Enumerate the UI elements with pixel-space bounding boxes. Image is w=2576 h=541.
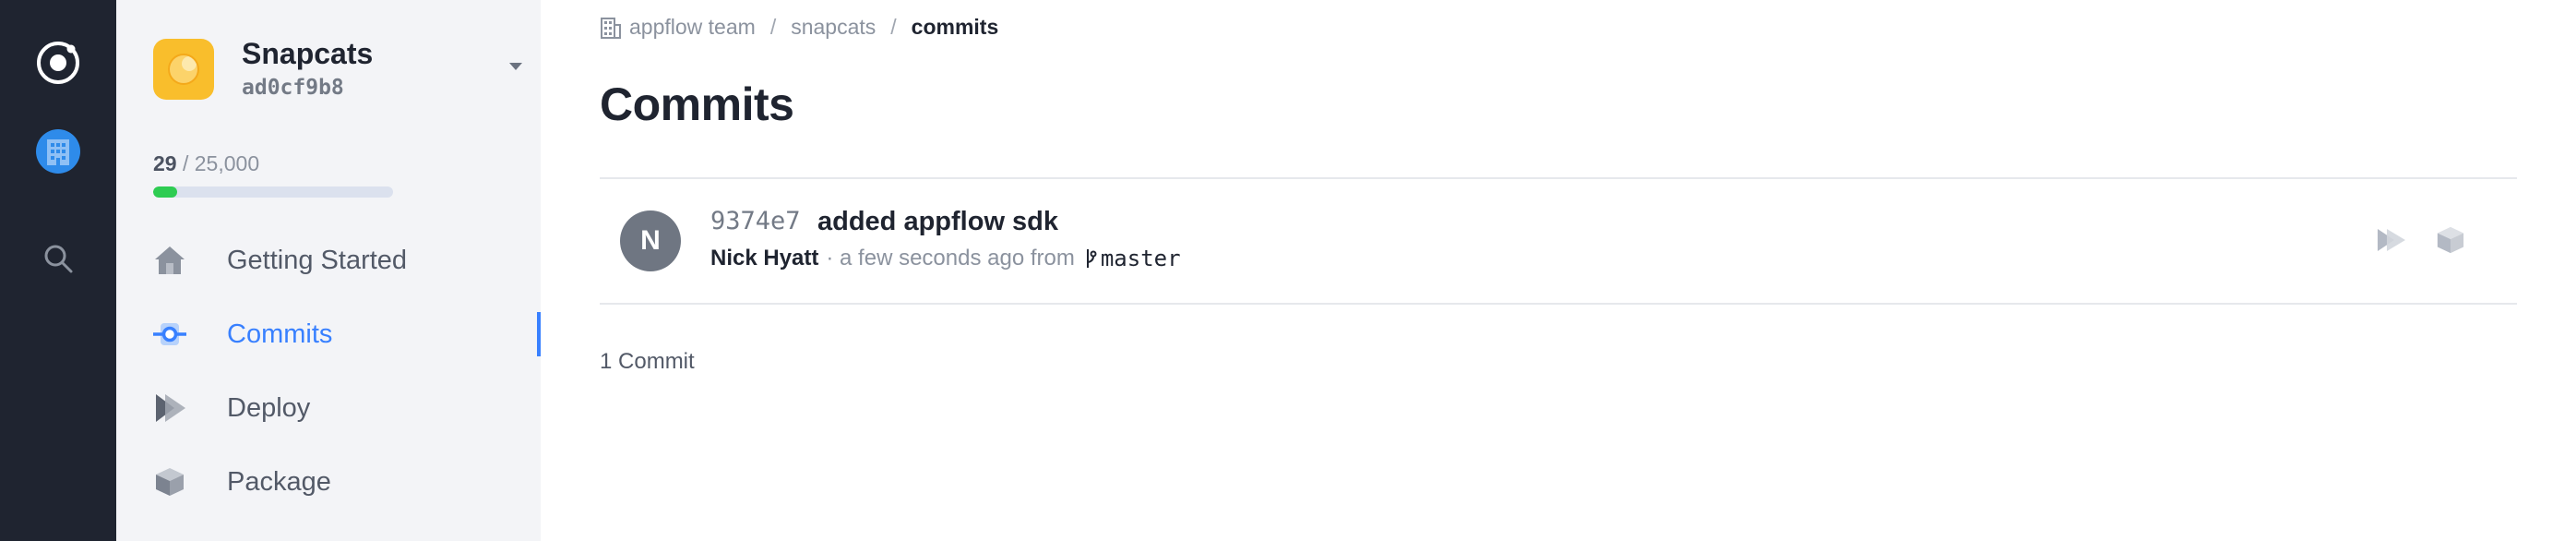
usage-counter: 29 / 25,000 — [153, 151, 259, 176]
list-item[interactable]: N 9374e7 added appflow sdk Nick Hyatt · … — [600, 179, 2517, 305]
commit-sha[interactable]: 9374e7 — [710, 207, 801, 235]
chevron-down-icon[interactable] — [509, 63, 522, 70]
page-title: Commits — [600, 78, 794, 130]
usage-separator: / — [176, 151, 195, 175]
sidebar-item-label: Getting Started — [227, 245, 408, 275]
package-button[interactable] — [2430, 220, 2471, 260]
deploy-icon — [2378, 229, 2405, 251]
sidebar-item-package[interactable]: Package — [116, 452, 541, 511]
breadcrumb-separator: / — [769, 15, 777, 39]
commit-list: N 9374e7 added appflow sdk Nick Hyatt · … — [600, 177, 2517, 305]
commit-author: Nick Hyatt — [710, 246, 819, 270]
breadcrumb-current: commits — [911, 15, 999, 39]
commit-time: · a few seconds ago from — [826, 246, 1075, 270]
breadcrumb-team-link[interactable]: appflow team — [629, 15, 756, 40]
organization-icon — [36, 129, 80, 174]
sidebar-item-commits[interactable]: Commits — [116, 305, 541, 364]
organization-button[interactable] — [0, 126, 116, 177]
usage-progress-fill — [153, 186, 177, 198]
sidebar: Snapcats ad0cf9b8 29 / 25,000 Getting St… — [116, 0, 541, 541]
breadcrumb-app-link[interactable]: snapcats — [791, 15, 876, 40]
usage-progress-bar — [153, 186, 393, 198]
commit-count: 1 Commit — [600, 349, 695, 374]
usage-used: 29 — [153, 151, 177, 175]
app-name: Snapcats — [242, 37, 374, 70]
building-icon — [600, 17, 622, 39]
package-icon — [2437, 226, 2464, 254]
breadcrumb: appflow team / snapcats / commits — [600, 15, 998, 40]
search-icon[interactable] — [0, 236, 116, 281]
ionic-logo-icon[interactable] — [0, 33, 116, 92]
deploy-icon — [151, 390, 188, 427]
breadcrumb-separator: / — [890, 15, 897, 39]
main-content: appflow team / snapcats / commits Commit… — [541, 0, 2576, 541]
sidebar-item-getting-started[interactable]: Getting Started — [116, 231, 541, 290]
package-icon — [151, 463, 188, 500]
app-id: ad0cf9b8 — [242, 76, 344, 100]
commit-icon — [151, 316, 188, 353]
commit-message: added appflow sdk — [817, 207, 1059, 236]
usage-limit: 25,000 — [194, 151, 260, 175]
app-icon — [153, 39, 214, 100]
sidebar-item-label: Commits — [227, 319, 333, 349]
commit-branch: master — [1100, 246, 1181, 271]
avatar: N — [620, 210, 681, 271]
app-rail — [0, 0, 116, 541]
app-switcher[interactable]: Snapcats ad0cf9b8 — [153, 35, 541, 105]
sidebar-item-label: Deploy — [227, 392, 311, 423]
deploy-button[interactable] — [2371, 220, 2412, 260]
sidebar-item-label: Package — [227, 466, 331, 497]
commit-meta: Nick Hyatt · a few seconds ago from mast… — [710, 246, 1181, 271]
sidebar-item-deploy[interactable]: Deploy — [116, 379, 541, 438]
home-icon — [151, 242, 188, 279]
branch-icon — [1084, 247, 1097, 270]
